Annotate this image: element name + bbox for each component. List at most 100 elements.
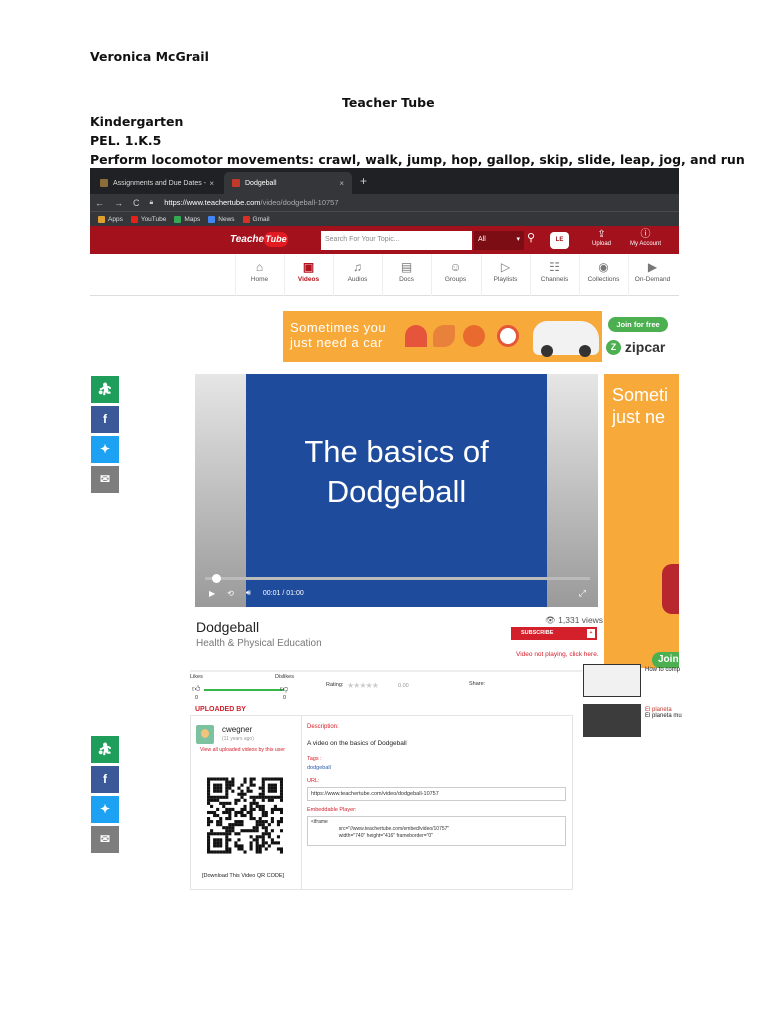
tab-playlists[interactable]: ▷ Playlists: [481, 254, 529, 296]
subscribe-button[interactable]: SUBSCRIBE +: [511, 627, 597, 640]
video-slide-title: The basics of Dodgeball: [304, 434, 489, 509]
url-label: URL:: [307, 778, 320, 784]
loop-icon[interactable]: ⟲: [227, 589, 234, 598]
tab-collections[interactable]: ◉ Collections: [579, 254, 627, 296]
my-account-button[interactable]: ⓘ My Account: [630, 229, 661, 247]
facebook-share-button[interactable]: f: [91, 766, 119, 793]
share-sidebar-top: ⛹︎ f ✦ ✉: [91, 376, 121, 496]
bookmark-apps[interactable]: Apps: [98, 215, 123, 223]
menu-label: Collections: [587, 276, 620, 283]
back-arrow-icon[interactable]: ←: [90, 198, 109, 208]
subscriber-count-icon: +: [587, 629, 595, 638]
duck-icon: [463, 325, 485, 347]
menu-label: Groups: [444, 276, 467, 283]
progress-bar[interactable]: [205, 574, 590, 583]
news-icon: [208, 215, 216, 223]
tab-home[interactable]: ⌂ Home: [235, 254, 283, 296]
embed-code-field[interactable]: <iframe src="//www.teachertube.com/embed…: [307, 816, 566, 846]
side-ad-text: Someti just ne: [612, 385, 669, 427]
caret-down-icon: ▾: [516, 236, 520, 243]
fullscreen-icon[interactable]: ⤢: [579, 588, 586, 599]
search-input[interactable]: Search For Your Topic...: [321, 231, 472, 250]
email-share-button[interactable]: ✉: [91, 826, 119, 853]
collections-icon: ◉: [598, 260, 609, 274]
on-demand-icon: ▶: [647, 260, 658, 274]
bookmark-gmail[interactable]: Gmail: [242, 215, 270, 223]
beachball-icon: [497, 325, 519, 347]
tab-assignments[interactable]: Assignments and Due Dates - ×: [92, 172, 222, 194]
avatar[interactable]: [196, 725, 214, 744]
video-not-playing-link[interactable]: Video not playing, click here.: [516, 651, 599, 658]
search-filter-select[interactable]: All ▾: [474, 231, 524, 250]
player-controls: ▶ ⟲ 🔊︎ 00:01 / 01:00: [209, 588, 304, 598]
bookmark-maps[interactable]: Maps: [174, 215, 200, 223]
uploaded-by-heading: UPLOADED BY: [195, 706, 246, 713]
classroom-share-button[interactable]: ⛹︎: [91, 376, 119, 403]
uploader-name[interactable]: cwegner: [222, 725, 252, 734]
author-name: Veronica McGrail: [90, 49, 209, 64]
eye-icon: 👁︎: [545, 615, 556, 625]
zipcar-ad-banner[interactable]: Sometimes you just need a car Join for fr…: [283, 311, 679, 362]
side-ad[interactable]: Someti just ne Join: [604, 374, 679, 668]
classroom-share-button[interactable]: ⛹︎: [91, 736, 119, 763]
rating-label: Rating:: [326, 682, 344, 688]
twitter-share-button[interactable]: ✦: [91, 436, 119, 463]
search-icon[interactable]: ⚲: [527, 231, 535, 244]
description-label: Description:: [307, 724, 339, 730]
video-category[interactable]: Health & Physical Education: [196, 638, 322, 649]
share-label: Share:: [469, 681, 486, 687]
playlists-icon: ▷: [500, 260, 511, 274]
twitter-share-button[interactable]: ✦: [91, 796, 119, 823]
tab-audios[interactable]: ♫ Audios: [333, 254, 381, 296]
close-icon[interactable]: ×: [209, 179, 214, 188]
view-all-uploads-link[interactable]: View all uploaded videos by this user: [200, 747, 285, 753]
tab-label: Dodgeball: [245, 179, 277, 187]
download-qr-link[interactable]: [Download This Video QR CODE]: [202, 873, 284, 879]
tab-groups[interactable]: ☺ Groups: [431, 254, 479, 296]
forward-arrow-icon[interactable]: →: [109, 198, 128, 208]
video-url-field[interactable]: https://www.teachertube.com/video/dodgeb…: [307, 787, 566, 801]
tab-videos[interactable]: ▣ Videos: [284, 254, 332, 296]
related-video-item[interactable]: El planeta El planeta mu: [583, 704, 682, 740]
tab-dodgeball[interactable]: Dodgeball ×: [224, 172, 352, 194]
thumbs-down-icon[interactable]: 👎︎: [280, 684, 288, 694]
video-player[interactable]: The basics of Dodgeball ▶ ⟲ 🔊︎ 00:01 / 01…: [195, 374, 598, 607]
qr-code-icon[interactable]: [207, 777, 283, 854]
tab-on-demand[interactable]: ▶ On-Demand: [628, 254, 676, 296]
zipcar-panel: Join for free Z zipcar: [602, 311, 679, 362]
facebook-icon: f: [103, 412, 107, 426]
reload-icon[interactable]: C: [128, 198, 145, 208]
play-icon[interactable]: ▶: [209, 589, 215, 598]
videos-icon: ▣: [302, 260, 315, 274]
gmail-icon: [242, 215, 250, 223]
home-icon: ⌂: [255, 260, 264, 274]
new-tab-button[interactable]: +: [360, 174, 367, 188]
related-video-caption: El planeta El planeta mu: [645, 707, 682, 719]
lt-button[interactable]: LE: [550, 232, 569, 249]
likes-ratio-bar: [204, 689, 284, 691]
close-icon[interactable]: ×: [339, 179, 344, 188]
bookmark-youtube[interactable]: YouTube: [130, 215, 166, 223]
thumbs-up-icon[interactable]: 👍︎: [192, 684, 200, 694]
surfboard-icon: [433, 325, 455, 347]
bookmark-news[interactable]: News: [208, 215, 235, 223]
tag-link[interactable]: dodgeball: [307, 765, 331, 771]
car-image: [662, 564, 679, 614]
embed-label: Embeddable Player:: [307, 807, 357, 813]
progress-handle[interactable]: [211, 574, 221, 583]
video-stats: Likes Dislikes 👍︎ 👎︎ 0 0 Rating: ★★★★★ 0…: [190, 670, 582, 706]
account-icon: ⓘ: [640, 229, 651, 240]
dislikes-label: Dislikes: [275, 674, 294, 680]
lock-icon: 🔒︎: [149, 198, 154, 206]
rating-stars[interactable]: ★★★★★: [347, 681, 379, 690]
tab-channels[interactable]: ☷ Channels: [530, 254, 578, 296]
tab-docs[interactable]: ▤ Docs: [382, 254, 430, 296]
email-share-button[interactable]: ✉: [91, 466, 119, 493]
upload-button[interactable]: ⇪ Upload: [592, 229, 611, 247]
facebook-share-button[interactable]: f: [91, 406, 119, 433]
teachertube-logo[interactable]: Teacher Tube: [230, 231, 288, 249]
url-text[interactable]: https://www.teachertube.com/video/dodgeb…: [164, 198, 338, 207]
related-video-item[interactable]: How to comp: [583, 664, 680, 700]
join-for-free-button[interactable]: Join for free: [608, 317, 668, 332]
volume-icon[interactable]: 🔊︎: [246, 588, 251, 598]
